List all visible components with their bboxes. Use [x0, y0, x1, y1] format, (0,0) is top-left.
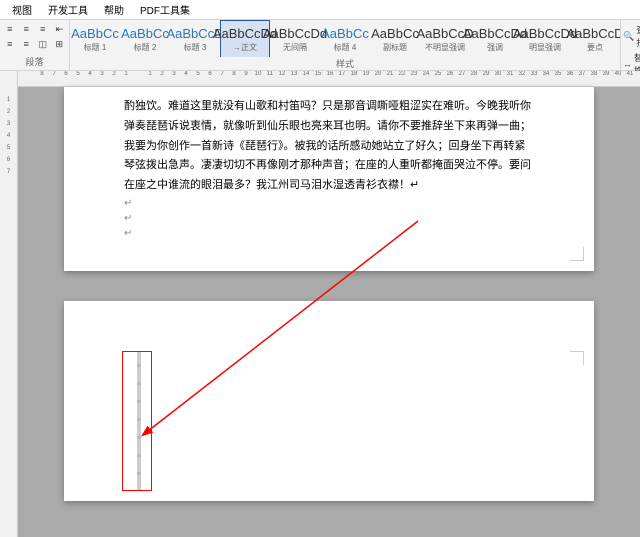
style-name: 标题 1 — [84, 42, 107, 53]
style-item-5[interactable]: AaBbCc标题 4 — [320, 20, 370, 57]
style-item-1[interactable]: AaBbCc标题 2 — [120, 20, 170, 57]
style-name: 副标题 — [383, 42, 407, 53]
ribbon: 视图 开发工具 帮助 PDF工具集 ≡ ≡ ≡ ⇤ ≡ ≡ ◫ ⊞ 段落 AaB… — [0, 0, 640, 71]
empty-paragraphs: ↵ ↵ ↵ — [124, 196, 534, 241]
style-item-6[interactable]: AaBbCc副标题 — [370, 20, 420, 57]
replace-icon: ↔ — [623, 59, 632, 69]
find-button[interactable]: 🔍查找 — [622, 22, 640, 50]
document-area[interactable]: 8765432112345678910111213141516171819202… — [18, 71, 640, 537]
align-center-icon[interactable]: ≡ — [19, 37, 35, 51]
style-preview: AaBbCc — [71, 26, 119, 41]
style-preview: AaBbCc — [121, 26, 169, 41]
style-preview: AaBbCcD — [566, 26, 620, 41]
styles-gallery: AaBbCc标题 1AaBbCc标题 2AaBbCcD标题 3AaBbCcDd→… — [70, 20, 621, 70]
page-2[interactable] — [64, 301, 594, 501]
tab-view[interactable]: 视图 — [4, 0, 40, 19]
style-item-9[interactable]: AaBbCcDd明显强调 — [520, 20, 570, 57]
style-name: 标题 2 — [134, 42, 157, 53]
tab-help[interactable]: 帮助 — [96, 0, 132, 19]
editing-group: 🔍查找 ↔替换 编辑 — [621, 20, 640, 70]
style-item-10[interactable]: AaBbCcD要点 — [570, 20, 620, 57]
style-item-4[interactable]: AaBbCcDd无间隔 — [270, 20, 320, 57]
corner-mark-icon — [570, 247, 584, 261]
shading-icon[interactable]: ◫ — [35, 37, 51, 51]
body-text[interactable]: 酌独饮。难道这里就没有山歌和村笛吗？只是那音调嘶哑粗涩实在难听。今晚我听你弹奏琵… — [124, 97, 534, 196]
vertical-ruler: 1234567 — [0, 71, 18, 537]
paragraph-label: 段落 — [2, 55, 67, 68]
style-name: 无间隔 — [283, 42, 307, 53]
ruler-bar — [137, 352, 141, 490]
style-preview: AaBbCc — [371, 26, 419, 41]
style-name: →正文 — [233, 42, 257, 53]
borders-icon[interactable]: ⊞ — [52, 37, 68, 51]
number-list-icon[interactable]: ≡ — [19, 22, 35, 36]
style-name: 标题 3 — [184, 42, 207, 53]
multilevel-list-icon[interactable]: ≡ — [35, 22, 51, 36]
indent-icon[interactable]: ⇤ — [52, 22, 68, 36]
style-preview: AaBbCc — [321, 26, 369, 41]
style-name: 标题 4 — [334, 42, 357, 53]
toolbar: ≡ ≡ ≡ ⇤ ≡ ≡ ◫ ⊞ 段落 AaBbCc标题 1AaBbCc标题 2A… — [0, 20, 640, 70]
styles-label: 样式 — [70, 57, 620, 70]
page-1[interactable]: 酌独饮。难道这里就没有山歌和村笛吗？只是那音调嘶哑粗涩实在难听。今晚我听你弹奏琵… — [64, 87, 594, 271]
horizontal-ruler: 8765432112345678910111213141516171819202… — [18, 71, 640, 87]
tab-dev[interactable]: 开发工具 — [40, 0, 96, 19]
search-icon: 🔍 — [623, 31, 634, 42]
ribbon-tabs: 视图 开发工具 帮助 PDF工具集 — [0, 0, 640, 20]
style-name: 不明显强调 — [425, 42, 465, 53]
style-name: 明显强调 — [529, 42, 561, 53]
style-item-0[interactable]: AaBbCc标题 1 — [70, 20, 120, 57]
corner-mark-icon — [570, 351, 584, 365]
annotation-highlight — [122, 351, 152, 491]
style-name: 强调 — [487, 42, 503, 53]
paragraph-group: ≡ ≡ ≡ ⇤ ≡ ≡ ◫ ⊞ 段落 — [0, 20, 70, 70]
align-left-icon[interactable]: ≡ — [2, 37, 18, 51]
tab-pdf[interactable]: PDF工具集 — [132, 0, 198, 19]
workspace: 1234567 87654321123456789101112131415161… — [0, 71, 640, 537]
style-name: 要点 — [587, 42, 603, 53]
paragraph-mark-icon: ↵ — [410, 179, 419, 191]
style-preview: AaBbCcDd — [263, 26, 327, 41]
bullet-list-icon[interactable]: ≡ — [2, 22, 18, 36]
